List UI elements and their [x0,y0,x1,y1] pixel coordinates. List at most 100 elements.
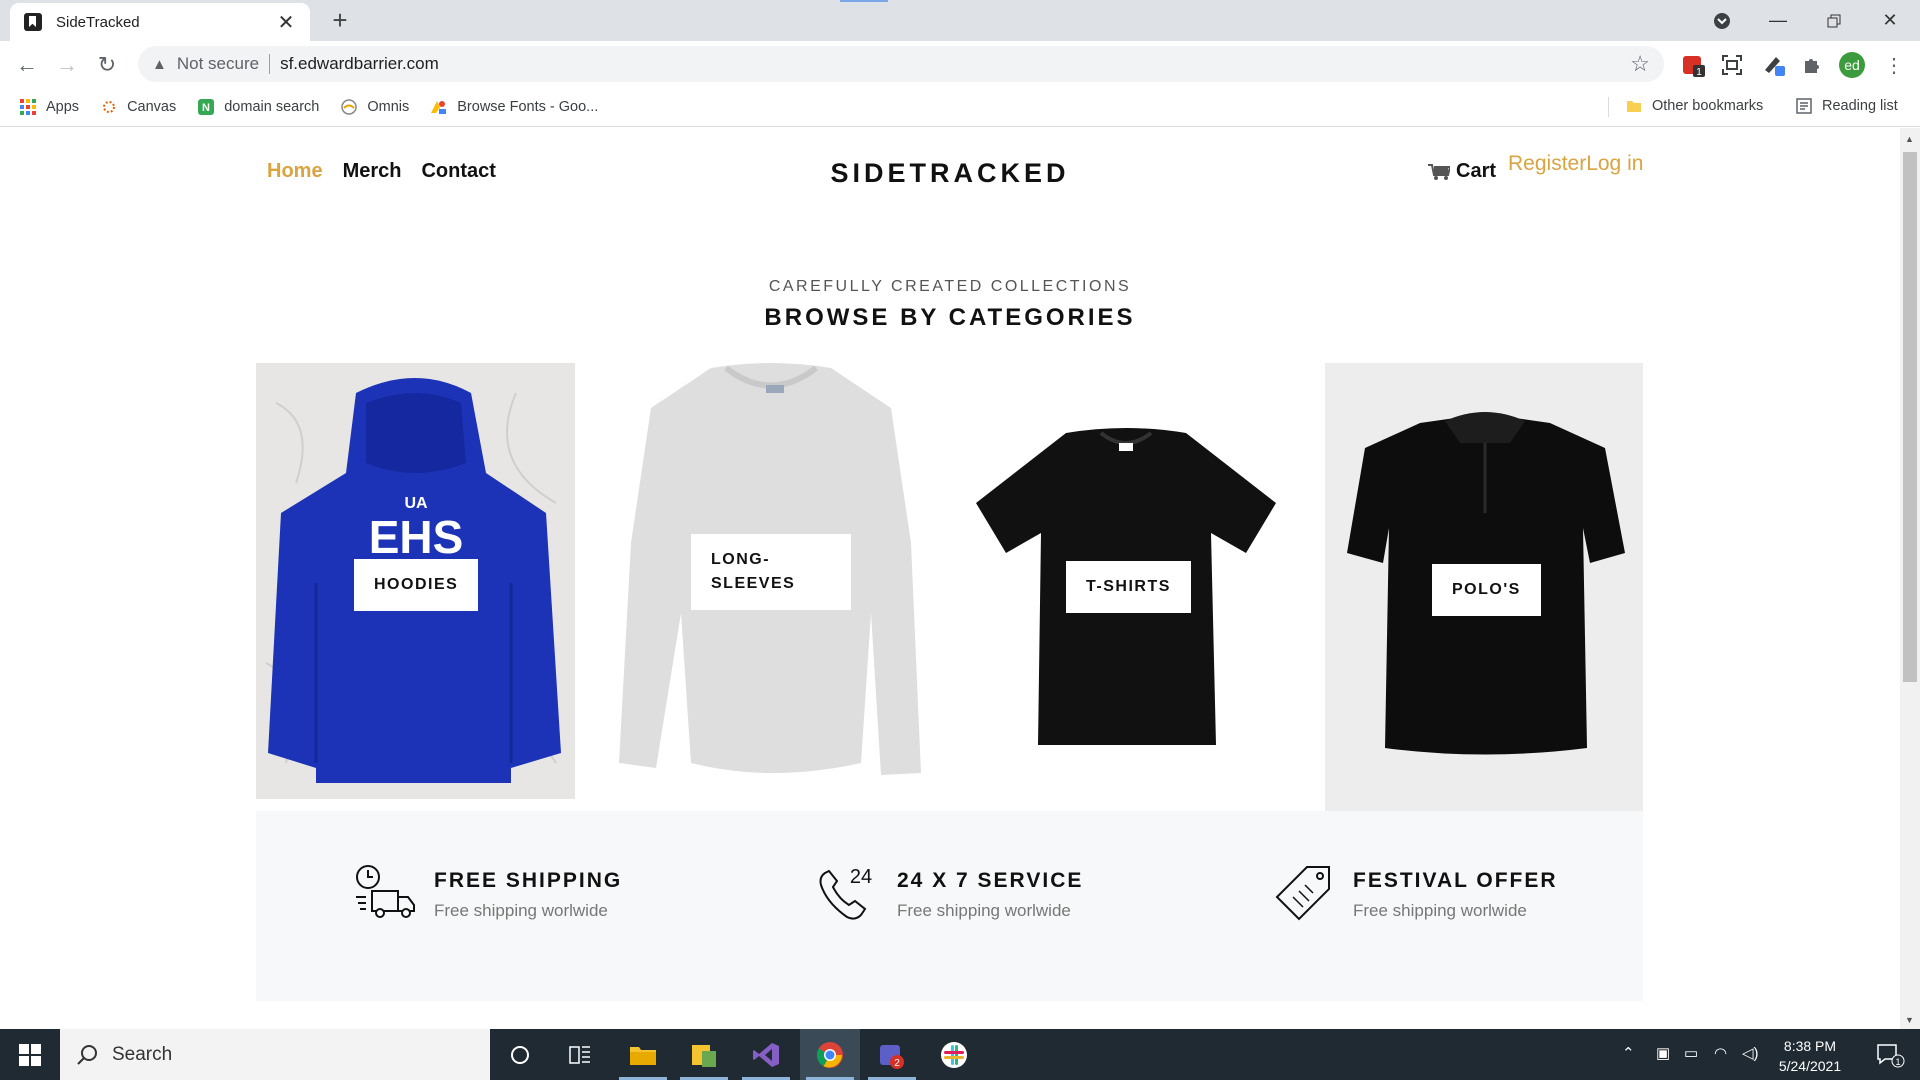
cortana-circle-icon [511,1045,529,1064]
category-hoodies-card[interactable]: EHS UA HOODIES [256,363,575,799]
calendar-extension-icon: 1 [1683,56,1705,78]
scroll-down-arrow-icon[interactable]: ▼ [1905,1015,1914,1025]
reading-list-icon [1796,98,1812,114]
feature-title: 24 X 7 SERVICE [897,869,1084,892]
extensions-button[interactable] [1798,51,1826,79]
capture-icon [1722,55,1742,75]
register-login-link[interactable]: RegisterLog in [1508,152,1643,176]
cortana-button[interactable] [490,1029,550,1080]
bookmark-canvas[interactable]: Canvas [101,99,176,115]
teams-icon: 2 [880,1044,904,1069]
feature-subtitle: Free shipping worlwide [897,901,1071,920]
scroll-up-arrow-icon[interactable]: ▲ [1905,134,1914,144]
price-tag-icon [1275,866,1330,921]
volume-icon[interactable]: ◁) [1742,1044,1759,1062]
chrome-button[interactable] [800,1029,860,1080]
tray-overflow-icon[interactable]: ⌃ [1622,1044,1635,1062]
profile-avatar: ed [1839,52,1865,78]
app-manager-button[interactable] [674,1029,734,1080]
folder-icon [1627,101,1641,112]
visual-studio-button[interactable] [736,1029,796,1080]
close-window-button[interactable]: ✕ [1862,0,1918,41]
restore-button[interactable] [1806,0,1862,41]
bookmark-google-fonts[interactable]: Browse Fonts - Goo... [431,99,598,115]
tab-search-button[interactable] [1694,0,1750,41]
bookmark-domain-search[interactable]: N domain search [198,98,319,115]
feature-free-shipping: FREE SHIPPING Free shipping worlwide [354,863,622,921]
bookmark-other-bookmarks[interactable]: Other bookmarks [1626,98,1763,114]
slack-button[interactable] [924,1029,984,1080]
clock-date: 5/24/2021 [1778,1058,1842,1074]
apps-grid-icon [20,98,36,115]
canvas-icon [103,100,116,113]
cart-link[interactable]: Cart [1428,160,1496,183]
teams-badge: 2 [894,1058,900,1069]
search-placeholder: Search [112,1043,173,1065]
teams-button[interactable]: 2 [862,1029,922,1080]
security-status[interactable]: Not secure [177,54,259,74]
url-text[interactable]: sf.edwardbarrier.com [280,54,439,74]
action-center-button[interactable]: 1 [1860,1029,1920,1080]
browser-tab[interactable]: SideTracked ✕ [10,3,310,41]
bookmark-label: Omnis [367,98,410,115]
icon-24-text: 24 [850,866,872,888]
omnis-icon [341,98,358,115]
address-bar[interactable]: ▲ Not secure sf.edwardbarrier.com ☆ [138,46,1664,82]
reading-list-button[interactable]: Reading list [1796,98,1898,114]
namecheap-icon: N [198,98,215,115]
browser-menu-button[interactable]: ⋮ [1880,51,1908,79]
bookmark-label: Browse Fonts - Goo... [457,98,599,115]
wifi-icon[interactable]: ◠ [1714,1044,1727,1062]
phone-24-icon: 24 [819,866,872,920]
chrome-icon [816,1041,843,1068]
extension-todoist-button[interactable]: 1 [1680,51,1708,79]
pen-extension-button[interactable] [1760,51,1788,79]
taskbar-search-box[interactable]: Search [60,1029,490,1080]
forward-button[interactable]: → [51,49,83,81]
category-polos-card[interactable]: POLO'S [1325,363,1643,811]
svg-text:N: N [202,102,210,114]
notification-icon: 1 [1877,1043,1905,1067]
feature-subtitle: Free shipping worlwide [434,901,608,920]
section-subtitle: CAREFULLY CREATED COLLECTIONS [768,278,1132,295]
divider [1608,97,1609,117]
tools-app-icon [692,1044,716,1067]
bookmark-star-icon[interactable]: ☆ [1630,51,1650,77]
close-tab-icon[interactable]: ✕ [276,10,296,35]
back-button[interactable]: ← [11,49,43,81]
new-tab-button[interactable]: + [325,6,355,36]
clock-time: 8:38 PM [1783,1038,1837,1054]
site-favicon-icon [24,13,42,31]
cart-label: Cart [1456,160,1497,182]
minimize-button[interactable]: — [1750,0,1806,41]
svg-text:UA: UA [404,495,428,512]
browser-toolbar: ← → ↻ ▲ Not secure sf.edwardbarrier.com … [0,41,1920,87]
battery-icon[interactable]: ▭ [1684,1044,1698,1062]
divider [269,54,271,74]
meet-now-icon[interactable]: ▣ [1656,1044,1670,1062]
notification-badge: 1 [1895,1057,1900,1067]
section-heading: BROWSE BY CATEGORIES [764,304,1136,331]
google-fonts-icon [431,100,447,114]
start-button[interactable] [0,1029,60,1080]
puzzle-icon [1805,59,1819,73]
category-long-sleeves-card[interactable]: LONG- SLEEVES [611,363,930,799]
windows-logo-icon [19,1043,41,1066]
reload-button[interactable]: ↻ [91,49,123,81]
feature-title: FESTIVAL OFFER [1353,869,1558,892]
screenshot-extension-button[interactable] [1718,51,1746,79]
file-explorer-button[interactable] [613,1029,673,1080]
task-view-icon [569,1045,590,1064]
bookmark-apps[interactable]: Apps [20,98,79,115]
category-label: LONG- SLEEVES [691,534,851,610]
category-label: HOODIES [354,559,479,611]
scrollbar-thumb[interactable] [1903,152,1917,682]
folder-icon [630,1046,656,1065]
taskbar-clock[interactable]: 8:38 PM 5/24/2021 [1765,1036,1855,1076]
search-icon [77,1044,97,1065]
profile-button[interactable]: ed [1838,51,1866,79]
category-tshirts-card[interactable]: T-SHIRTS [966,363,1285,799]
bookmark-omnis[interactable]: Omnis [341,99,409,115]
task-view-button[interactable] [550,1029,610,1080]
page-scrollbar[interactable]: ▲ ▼ [1900,128,1920,1029]
